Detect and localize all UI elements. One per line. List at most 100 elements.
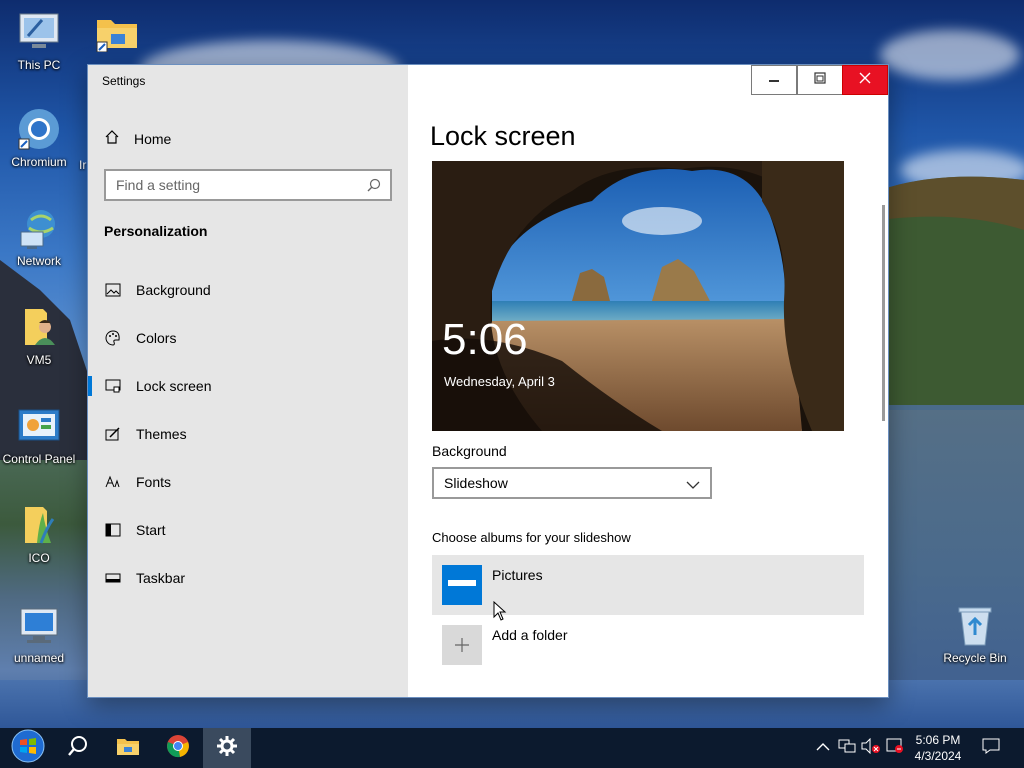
taskbar-settings[interactable] xyxy=(203,728,251,768)
chevron-down-icon xyxy=(686,477,700,493)
section-title: Personalization xyxy=(104,223,208,239)
add-folder-label: Add a folder xyxy=(492,627,568,643)
settings-content: Lock screen 5:06 Wednesday, April 3 Back… xyxy=(408,65,888,697)
sidebar-item-background[interactable]: Background xyxy=(88,270,408,310)
taskbar-clock[interactable]: 5:06 PM 4/3/2024 xyxy=(906,732,970,764)
close-icon xyxy=(859,71,871,89)
maximize-button[interactable] xyxy=(797,65,843,95)
sidebar-item-label: Colors xyxy=(136,330,177,346)
lock-screen-icon xyxy=(104,377,122,395)
sidebar-item-label: Taskbar xyxy=(136,570,186,586)
albums-label: Choose albums for your slideshow xyxy=(432,530,631,545)
search-box[interactable] xyxy=(104,169,392,201)
partial-desktop-label: Ir xyxy=(79,158,87,172)
sidebar-item-themes[interactable]: Themes xyxy=(88,414,408,454)
sidebar-item-label: Start xyxy=(136,522,166,538)
maximize-icon xyxy=(814,71,826,89)
home-link[interactable]: Home xyxy=(104,129,171,148)
chrome-icon xyxy=(166,734,190,763)
taskbar-search-button[interactable] xyxy=(54,728,102,768)
background-dropdown-value: Slideshow xyxy=(444,475,508,491)
preview-date: Wednesday, April 3 xyxy=(444,374,555,389)
sidebar-item-colors[interactable]: Colors xyxy=(88,318,408,358)
cloud xyxy=(880,30,1020,80)
mountain-right xyxy=(880,176,1024,430)
sidebar-item-taskbar[interactable]: Taskbar xyxy=(88,558,408,598)
picture-icon xyxy=(104,281,122,299)
sidebar-item-label: Themes xyxy=(136,426,187,442)
search-input[interactable] xyxy=(116,177,356,193)
control-panel-icon xyxy=(17,404,61,448)
desktop-icon-recycle-bin[interactable]: Recycle Bin xyxy=(936,603,1014,665)
notifications-button[interactable] xyxy=(981,738,1001,758)
minimize-icon xyxy=(768,71,780,89)
desktop-icon-vm5[interactable]: VM5 xyxy=(0,305,78,367)
chevron-up-icon xyxy=(816,739,830,757)
preview-image xyxy=(432,161,844,431)
add-folder-button[interactable]: Add a folder xyxy=(432,621,732,665)
search-icon[interactable] xyxy=(366,177,382,198)
monitor-icon xyxy=(17,603,61,647)
this-pc-icon xyxy=(17,10,61,54)
tray-network-button[interactable] xyxy=(837,738,857,758)
fonts-icon xyxy=(104,473,122,491)
clock-time: 5:06 PM xyxy=(915,733,961,747)
settings-sidebar: Settings Home Personalization Background… xyxy=(88,65,408,697)
background-dropdown[interactable]: Slideshow xyxy=(432,467,712,499)
background-label: Background xyxy=(432,443,507,459)
folder-icon xyxy=(442,565,482,605)
taskbar-file-explorer[interactable] xyxy=(104,728,152,768)
close-button[interactable] xyxy=(842,65,888,95)
action-center-alert-icon xyxy=(886,738,904,759)
lock-screen-preview: 5:06 Wednesday, April 3 xyxy=(432,161,844,431)
ico-folder-icon xyxy=(17,503,61,547)
sidebar-item-fonts[interactable]: Fonts xyxy=(88,462,408,502)
network-icon xyxy=(838,738,856,759)
volume-muted-icon xyxy=(861,737,881,759)
show-hidden-icons-button[interactable] xyxy=(813,738,833,758)
sidebar-item-lock-screen[interactable]: Lock screen xyxy=(88,366,408,406)
recycle-bin-icon xyxy=(953,603,997,647)
tray-action-center-button[interactable] xyxy=(885,738,905,758)
palette-icon xyxy=(104,329,122,347)
sidebar-item-label: Background xyxy=(136,282,211,298)
preview-time: 5:06 xyxy=(442,315,528,364)
settings-window: Settings Home Personalization Background… xyxy=(88,65,888,697)
desktop-icon-chromium[interactable]: Chromium xyxy=(0,107,78,169)
window-title: Settings xyxy=(102,74,146,88)
desktop-icon-control-panel[interactable]: Control Panel xyxy=(0,404,78,466)
content-scrollbar[interactable] xyxy=(882,205,885,421)
tray-volume-button[interactable] xyxy=(861,737,881,759)
clock-date: 4/3/2024 xyxy=(914,749,962,763)
home-label: Home xyxy=(134,130,172,147)
desktop-icon-folder-shortcut[interactable] xyxy=(78,10,156,54)
settings-icon xyxy=(216,735,238,762)
album-name: Pictures xyxy=(492,567,543,583)
network-icon xyxy=(17,206,61,250)
desktop-icon-ico[interactable]: ICO xyxy=(0,503,78,565)
sidebar-item-label: Lock screen xyxy=(136,378,212,394)
user-folder-icon xyxy=(17,305,61,349)
sidebar-item-label: Fonts xyxy=(136,474,172,490)
desktop-icon-unnamed[interactable]: unnamed xyxy=(0,603,78,665)
start-icon xyxy=(10,728,46,768)
themes-icon xyxy=(104,425,122,443)
notification-icon xyxy=(982,738,1000,759)
search-icon xyxy=(67,735,89,762)
taskbar-chrome[interactable] xyxy=(154,728,202,768)
home-icon xyxy=(104,129,120,148)
desktop-icon-network[interactable]: Network xyxy=(0,206,78,268)
page-title: Lock screen xyxy=(430,121,576,151)
chromium-icon xyxy=(17,107,61,151)
taskbar-icon xyxy=(104,569,122,587)
file-explorer-icon xyxy=(116,736,140,761)
start-button[interactable] xyxy=(4,728,52,768)
start-icon xyxy=(104,521,122,539)
folder-shortcut-icon xyxy=(95,10,139,54)
taskbar: 5:06 PM 4/3/2024 xyxy=(0,728,1024,768)
desktop-icon-this-pc[interactable]: This PC xyxy=(0,10,78,72)
mouse-cursor-icon xyxy=(493,601,507,621)
plus-icon xyxy=(442,625,482,665)
minimize-button[interactable] xyxy=(751,65,797,95)
sidebar-item-start[interactable]: Start xyxy=(88,510,408,550)
